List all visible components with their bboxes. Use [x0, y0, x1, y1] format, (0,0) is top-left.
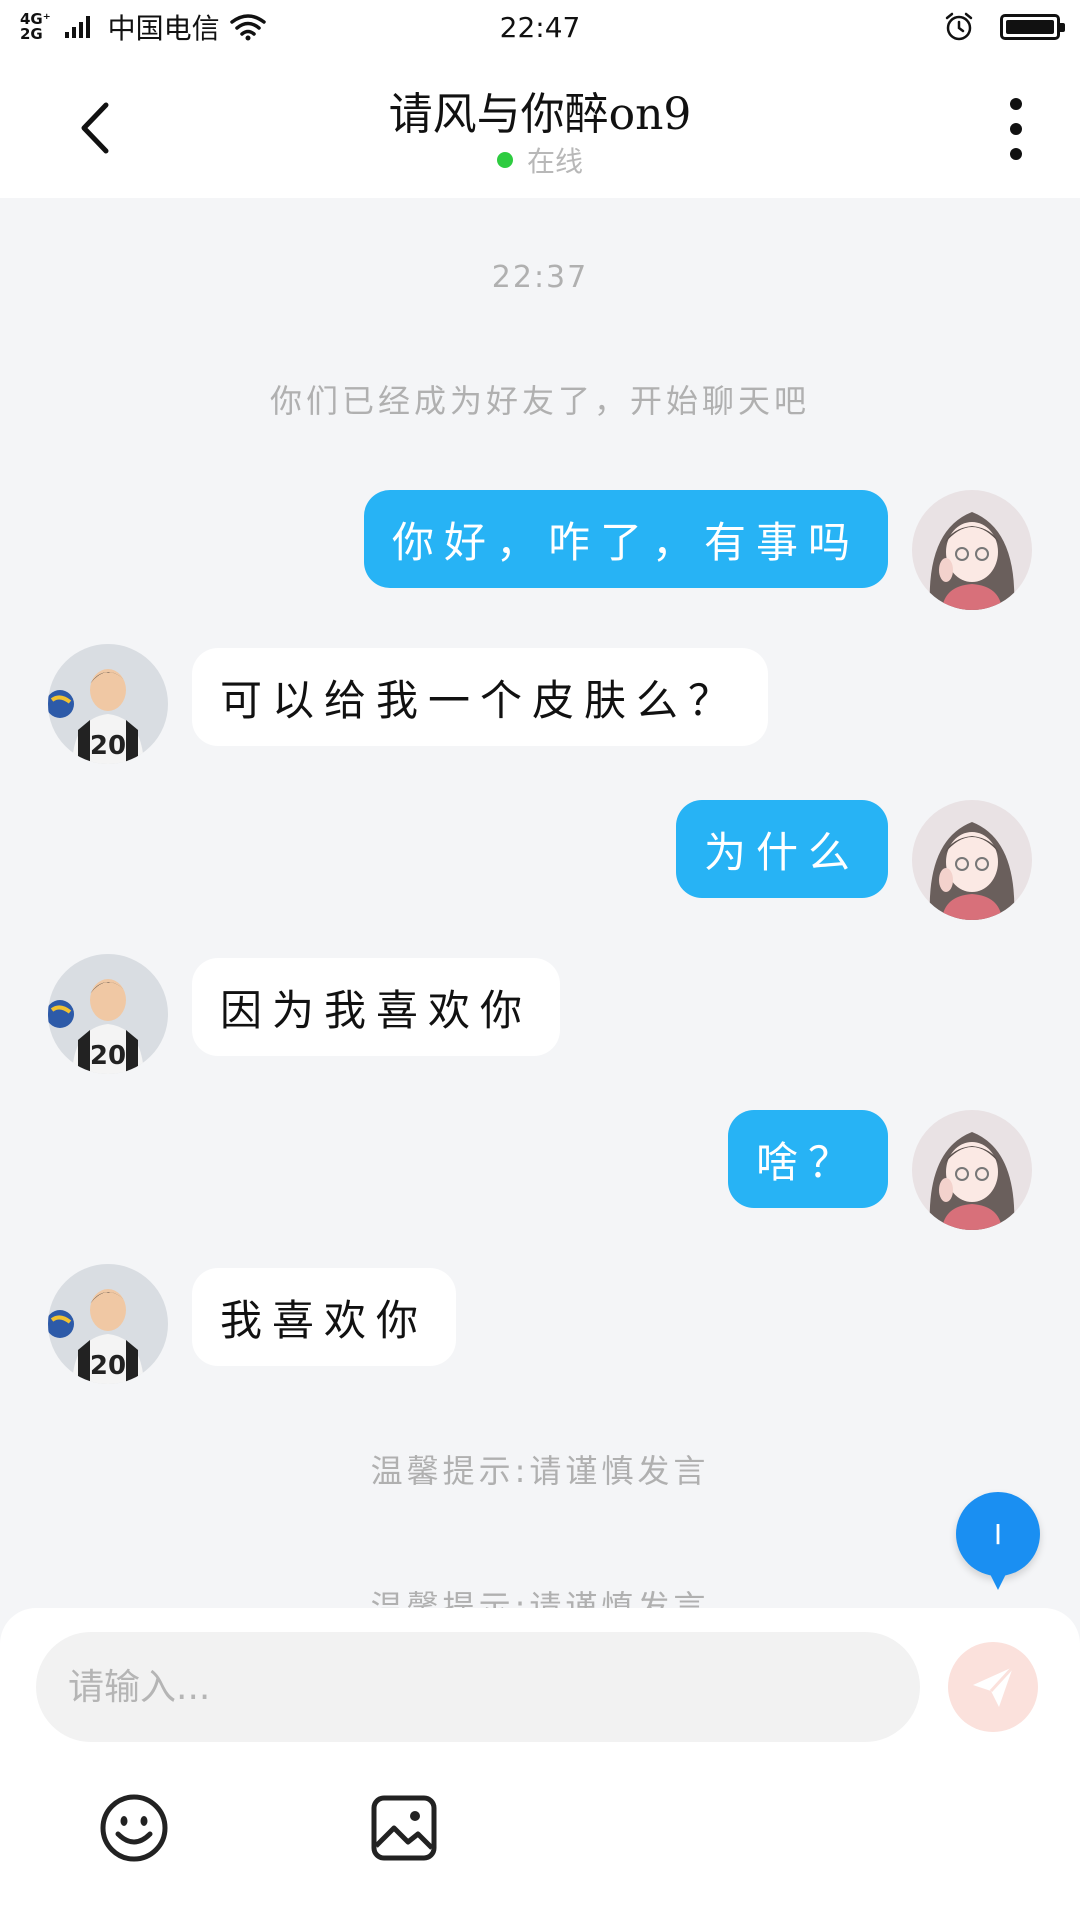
online-status: 在线 — [0, 140, 1080, 180]
battery-icon — [1000, 14, 1065, 40]
tip-message: 温馨提示:请谨慎发言 — [370, 1452, 710, 1490]
image-icon — [371, 1795, 437, 1861]
chat-title: 请风与你醉on9 — [388, 89, 692, 140]
message-bubble-incoming[interactable]: 我喜欢你 — [192, 1268, 457, 1366]
floating-action-button[interactable]: I — [956, 1492, 1040, 1590]
svg-text:20: 20 — [90, 1041, 126, 1071]
message-input[interactable] — [36, 1632, 920, 1742]
tip-message-partial: 温馨提示:请谨慎发言 — [370, 1588, 710, 1608]
message-bubble-outgoing[interactable]: 你好，咋了，有事吗 — [363, 490, 888, 588]
message-list[interactable]: 22:37 你们已经成为好友了，开始聊天吧 你好，咋了，有事吗 20 可以给我一… — [0, 198, 1080, 1608]
svg-text:20: 20 — [90, 731, 126, 761]
status-time: 22:47 — [499, 10, 581, 44]
svg-text:20: 20 — [90, 1351, 126, 1381]
system-message: 你们已经成为好友了，开始聊天吧 — [269, 382, 810, 420]
online-dot-icon — [496, 152, 513, 168]
input-panel — [0, 1608, 1080, 1920]
carrier-name: 中国电信 — [107, 12, 220, 45]
message-row: 20 因为我喜欢你 — [0, 954, 1080, 1074]
message-row: 你好，咋了，有事吗 — [0, 490, 1080, 610]
message-row: 啥？ — [0, 1110, 1080, 1230]
avatar-contact[interactable]: 20 — [48, 954, 168, 1074]
wifi-icon — [229, 14, 266, 41]
network-indicator: 4G⁺ 2G — [20, 10, 51, 43]
emoji-button[interactable] — [98, 1792, 170, 1864]
status-bar: 4G⁺ 2G 中国电信 22:47 — [0, 0, 1080, 54]
alarm-icon — [945, 12, 973, 41]
avatar-self[interactable] — [912, 800, 1032, 920]
fab-label: I — [993, 1517, 1003, 1551]
message-row: 20 可以给我一个皮肤么？ — [0, 644, 1080, 764]
message-row: 为什么 — [0, 800, 1080, 920]
image-button[interactable] — [368, 1792, 440, 1864]
avatar-self[interactable] — [912, 490, 1032, 610]
chat-header: 请风与你醉on9 在线 — [0, 54, 1080, 198]
avatar-contact[interactable]: 20 — [48, 1264, 168, 1384]
message-row: 20 我喜欢你 — [0, 1264, 1080, 1384]
message-bubble-outgoing[interactable]: 啥？ — [727, 1110, 888, 1208]
paper-plane-icon — [973, 1665, 1015, 1707]
message-bubble-outgoing[interactable]: 为什么 — [675, 800, 888, 898]
more-vertical-icon — [1010, 98, 1022, 110]
signal-icon — [64, 16, 90, 38]
message-bubble-incoming[interactable]: 可以给我一个皮肤么？ — [192, 648, 769, 746]
send-button[interactable] — [948, 1642, 1038, 1732]
message-bubble-incoming[interactable]: 因为我喜欢你 — [192, 958, 561, 1056]
online-status-label: 在线 — [526, 145, 583, 178]
emoji-icon — [100, 1794, 168, 1862]
more-options-button[interactable] — [996, 98, 1036, 160]
avatar-contact[interactable]: 20 — [48, 644, 168, 764]
message-timestamp: 22:37 — [491, 260, 589, 295]
avatar-self[interactable] — [912, 1110, 1032, 1230]
